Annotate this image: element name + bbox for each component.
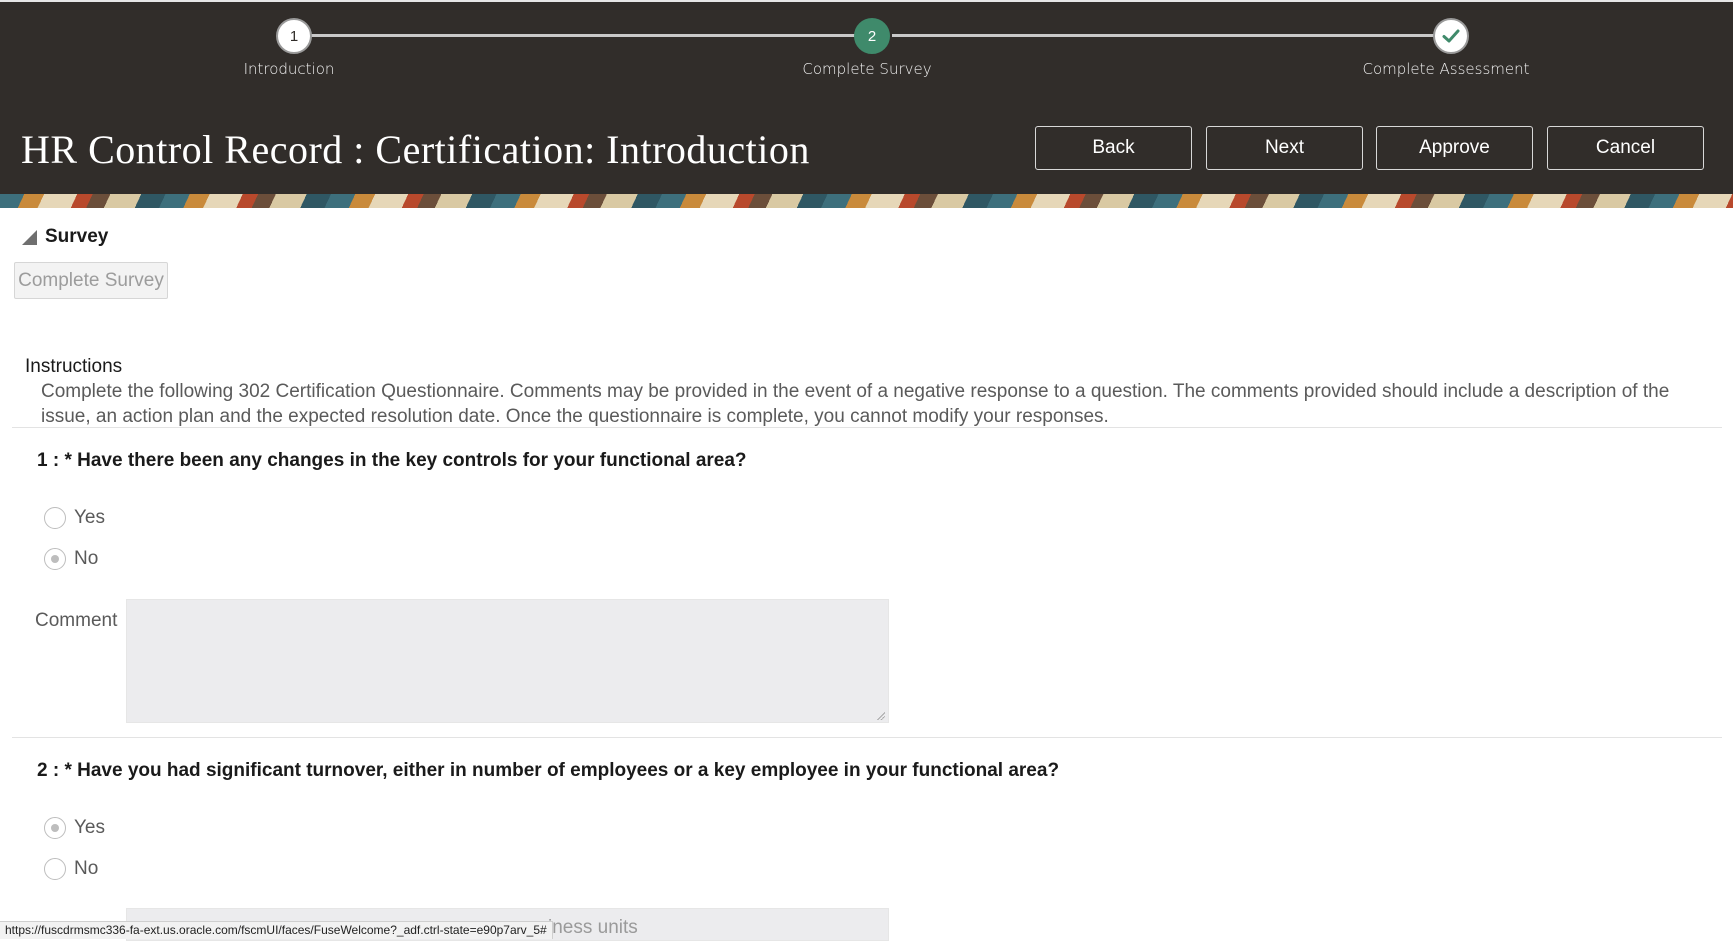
decorative-banner xyxy=(0,194,1733,208)
radio-label: Yes xyxy=(74,507,105,528)
approve-button[interactable]: Approve xyxy=(1376,126,1533,170)
page-header: 1 Introduction 2 Complete Survey Complet… xyxy=(0,0,1733,194)
radio-button-selected[interactable] xyxy=(44,548,66,570)
comment-label: Comment xyxy=(35,610,118,631)
radio-button[interactable] xyxy=(44,858,66,880)
radio-label: No xyxy=(74,548,99,569)
train-connector xyxy=(892,34,1453,37)
divider xyxy=(12,737,1722,738)
train-label-complete-survey[interactable]: Complete Survey xyxy=(757,60,977,78)
process-train: 1 Introduction 2 Complete Survey Complet… xyxy=(0,2,1733,102)
train-stop-introduction[interactable]: 1 xyxy=(276,18,312,54)
train-stop-number: 1 xyxy=(289,27,299,45)
complete-survey-button[interactable]: Complete Survey xyxy=(14,262,168,299)
q1-comment-field[interactable] xyxy=(126,599,889,723)
q1-option-yes[interactable]: Yes xyxy=(44,507,105,529)
resize-handle-icon[interactable] xyxy=(876,711,885,720)
page-title: HR Control Record : Certification: Intro… xyxy=(21,127,810,172)
q2-option-no[interactable]: No xyxy=(44,858,98,880)
question-1: 1 : * Have there been any changes in the… xyxy=(37,450,747,471)
q2-option-yes[interactable]: Yes xyxy=(44,817,105,839)
next-button[interactable]: Next xyxy=(1206,126,1363,170)
q1-option-no[interactable]: No xyxy=(44,548,98,570)
train-connector xyxy=(294,34,874,37)
collapse-triangle-icon[interactable] xyxy=(22,229,37,245)
survey-section-header[interactable]: Survey xyxy=(22,226,108,248)
train-stop-complete-assessment[interactable] xyxy=(1433,18,1469,54)
radio-button-selected[interactable] xyxy=(44,817,66,839)
train-label-complete-assessment[interactable]: Complete Assessment xyxy=(1336,60,1556,78)
radio-label: No xyxy=(74,858,99,879)
divider xyxy=(12,427,1722,428)
status-bar-url: https://fuscdrmsmc336-fa-ext.us.oracle.c… xyxy=(0,921,553,939)
radio-button[interactable] xyxy=(44,507,66,529)
instructions-text: Complete the following 302 Certification… xyxy=(41,381,1670,427)
cancel-button[interactable]: Cancel xyxy=(1547,126,1704,170)
train-stop-complete-survey[interactable]: 2 xyxy=(854,18,890,54)
checkmark-icon xyxy=(1442,29,1460,43)
partial-text: iness units xyxy=(548,917,638,938)
instructions-label: Instructions xyxy=(25,356,123,377)
train-label-introduction[interactable]: Introduction xyxy=(179,60,399,78)
survey-section-title: Survey xyxy=(45,226,109,247)
radio-label: Yes xyxy=(74,817,105,838)
back-button[interactable]: Back xyxy=(1035,126,1192,170)
train-stop-number: 2 xyxy=(867,27,877,45)
question-2: 2 : * Have you had significant turnover,… xyxy=(37,760,1060,781)
